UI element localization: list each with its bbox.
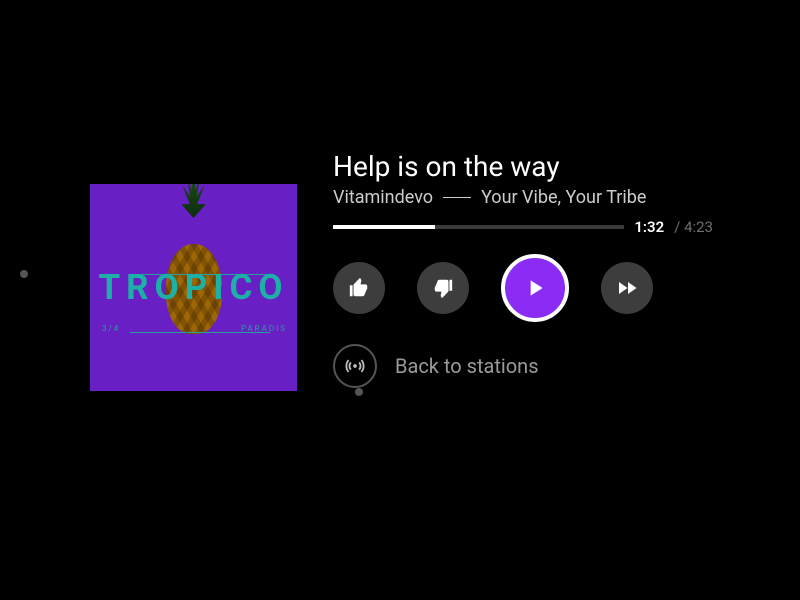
thumbs-down-icon xyxy=(432,277,454,299)
album-subtext-right: PARADIS xyxy=(241,324,287,333)
play-icon xyxy=(522,275,548,301)
progress-bar[interactable] xyxy=(333,225,624,229)
playback-controls xyxy=(333,254,713,322)
track-metadata: Help is on the way Vitamindevo Your Vibe… xyxy=(333,150,713,388)
fast-forward-icon xyxy=(615,276,639,300)
album-art[interactable]: TROPICO 3/4 PARADIS xyxy=(90,184,297,391)
track-title: Help is on the way xyxy=(333,150,713,183)
progress-row: 1:32 / 4:23 xyxy=(333,218,713,236)
skip-forward-button[interactable] xyxy=(601,262,653,314)
thumbs-down-button[interactable] xyxy=(417,262,469,314)
station-name: Your Vibe, Your Tribe xyxy=(481,187,646,208)
album-title-text: TROPICO xyxy=(98,267,288,308)
time-elapsed: 1:32 xyxy=(634,218,664,236)
thumbs-up-button[interactable] xyxy=(333,262,385,314)
now-playing-panel: TROPICO 3/4 PARADIS Help is on the way V… xyxy=(90,150,713,391)
time-total: / 4:23 xyxy=(674,218,713,236)
back-to-stations-label: Back to stations xyxy=(395,354,539,378)
time-total-value: 4:23 xyxy=(684,218,713,236)
back-to-stations-row[interactable]: Back to stations xyxy=(333,344,713,388)
stations-icon-circle xyxy=(333,344,377,388)
track-subline: Vitamindevo Your Vibe, Your Tribe xyxy=(333,187,713,208)
progress-fill xyxy=(333,225,435,229)
thumbs-up-icon xyxy=(348,277,370,299)
album-subtext-left: 3/4 xyxy=(102,324,120,333)
pager-dot-left xyxy=(20,270,28,278)
separator-dash xyxy=(443,197,471,199)
broadcast-icon xyxy=(344,355,366,377)
play-button[interactable] xyxy=(501,254,569,322)
artist-name: Vitamindevo xyxy=(333,187,433,208)
